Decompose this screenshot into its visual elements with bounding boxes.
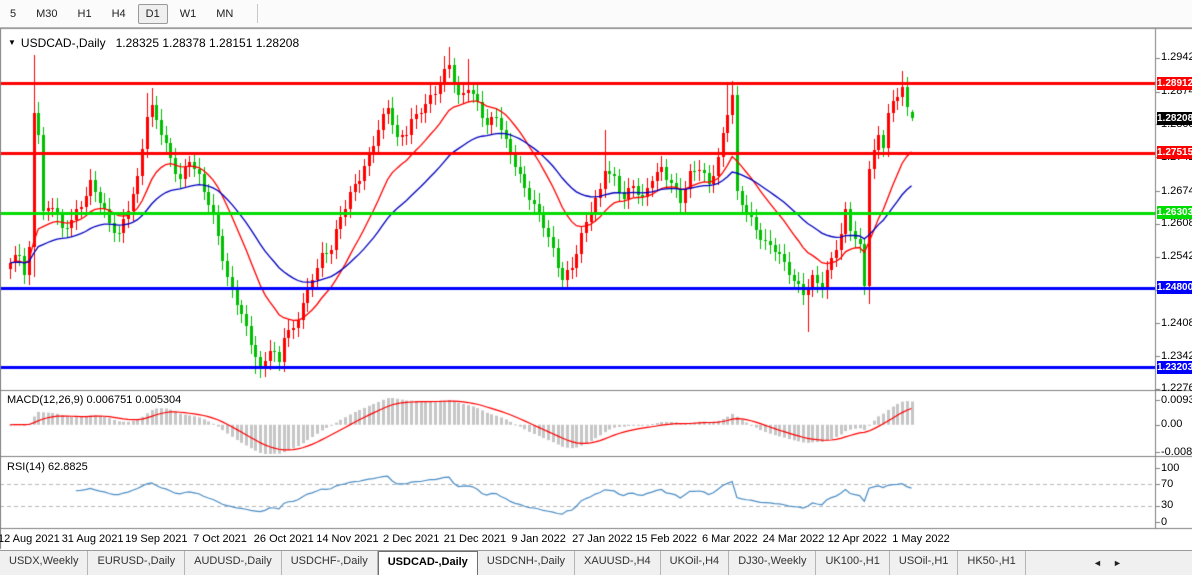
chart-tab-usoil-h1[interactable]: USOil-,H1 <box>890 551 959 575</box>
rsi-axis-label: 100 <box>1161 462 1179 474</box>
chart-tab-usdx-weekly[interactable]: USDX,Weekly <box>0 551 88 575</box>
timeframe-button-h4[interactable]: H4 <box>104 4 134 24</box>
chart-tab-ukoil-h4[interactable]: UKOil-,H4 <box>661 551 730 575</box>
price-level-tag: 1.23203 <box>1157 361 1192 374</box>
macd-axis-label: 0.00 <box>1161 418 1182 430</box>
timeframe-button-h1[interactable]: H1 <box>70 4 100 24</box>
symbol-dropdown-arrow-icon[interactable]: ▼ <box>8 38 16 47</box>
price-axis-label: 1.26740 <box>1161 185 1192 197</box>
chart-tab-usdcad-daily[interactable]: USDCAD-,Daily <box>378 551 478 575</box>
chart-tab-uk100-h1[interactable]: UK100-,H1 <box>816 551 889 575</box>
price-axis-label: 1.22760 <box>1161 382 1192 394</box>
chart-symbol-period: USDCAD-,Daily <box>21 36 106 50</box>
current-price-tag: 1.28208 <box>1157 112 1192 125</box>
macd-axis-label: -0.008902 <box>1161 446 1192 458</box>
macd-indicator-label: MACD(12,26,9) 0.006751 0.005304 <box>7 394 181 406</box>
chart-tab-bar: ◄ ► USDX,WeeklyEURUSD-,DailyAUDUSD-,Dail… <box>0 550 1192 575</box>
rsi-axis-label: 70 <box>1161 478 1173 490</box>
rsi-indicator-label: RSI(14) 62.8825 <box>7 461 88 473</box>
price-axis-label: 1.25420 <box>1161 250 1192 262</box>
date-axis-label: 1 May 2022 <box>879 533 963 545</box>
toolbar-separator <box>257 4 258 23</box>
timeframe-button-m30[interactable]: M30 <box>28 4 65 24</box>
timeframe-button-d1[interactable]: D1 <box>138 4 168 24</box>
rsi-axis-label: 30 <box>1161 499 1173 511</box>
macd-axis-label: 0.009345 <box>1161 394 1192 406</box>
timeframe-button-5[interactable]: 5 <box>2 4 24 24</box>
tab-scroll-left-icon[interactable]: ◄ <box>1093 558 1102 568</box>
chart-tab-hk50-h1[interactable]: HK50-,H1 <box>958 551 1025 575</box>
timeframe-button-mn[interactable]: MN <box>208 4 241 24</box>
chart-tab-xauusd-h4[interactable]: XAUUSD-,H4 <box>575 551 661 575</box>
trading-terminal-window: { "toolbar": { "timeframes": [ {"label":… <box>0 0 1192 575</box>
price-axis-label: 1.29420 <box>1161 51 1192 63</box>
chart-tab-dj30-weekly[interactable]: DJ30-,Weekly <box>729 551 816 575</box>
tab-scroll-right-icon[interactable]: ► <box>1113 558 1122 568</box>
chart-overlays: ▼ USDCAD-,Daily 1.28325 1.28378 1.28151 1.… <box>0 0 1192 575</box>
rsi-axis-label: 0 <box>1161 516 1167 528</box>
price-axis-label: 1.24080 <box>1161 317 1192 329</box>
timeframe-toolbar: 5M30H1H4D1W1MN <box>0 0 1192 28</box>
chart-ohlc-quote: 1.28325 1.28378 1.28151 1.28208 <box>116 36 300 50</box>
chart-tab-usdcnh-daily[interactable]: USDCNH-,Daily <box>478 551 575 575</box>
timeframe-button-w1[interactable]: W1 <box>172 4 205 24</box>
chart-tab-eurusd-daily[interactable]: EURUSD-,Daily <box>88 551 185 575</box>
chart-tab-audusd-daily[interactable]: AUDUSD-,Daily <box>185 551 282 575</box>
price-level-tag: 1.24800 <box>1157 281 1192 294</box>
chart-tab-usdchf-daily[interactable]: USDCHF-,Daily <box>282 551 378 575</box>
price-level-tag: 1.28912 <box>1157 77 1192 90</box>
price-level-tag: 1.26303 <box>1157 206 1192 219</box>
price-level-tag: 1.27515 <box>1157 146 1192 159</box>
chart-title-bar: ▼ USDCAD-,Daily 1.28325 1.28378 1.28151 1.… <box>8 36 299 50</box>
